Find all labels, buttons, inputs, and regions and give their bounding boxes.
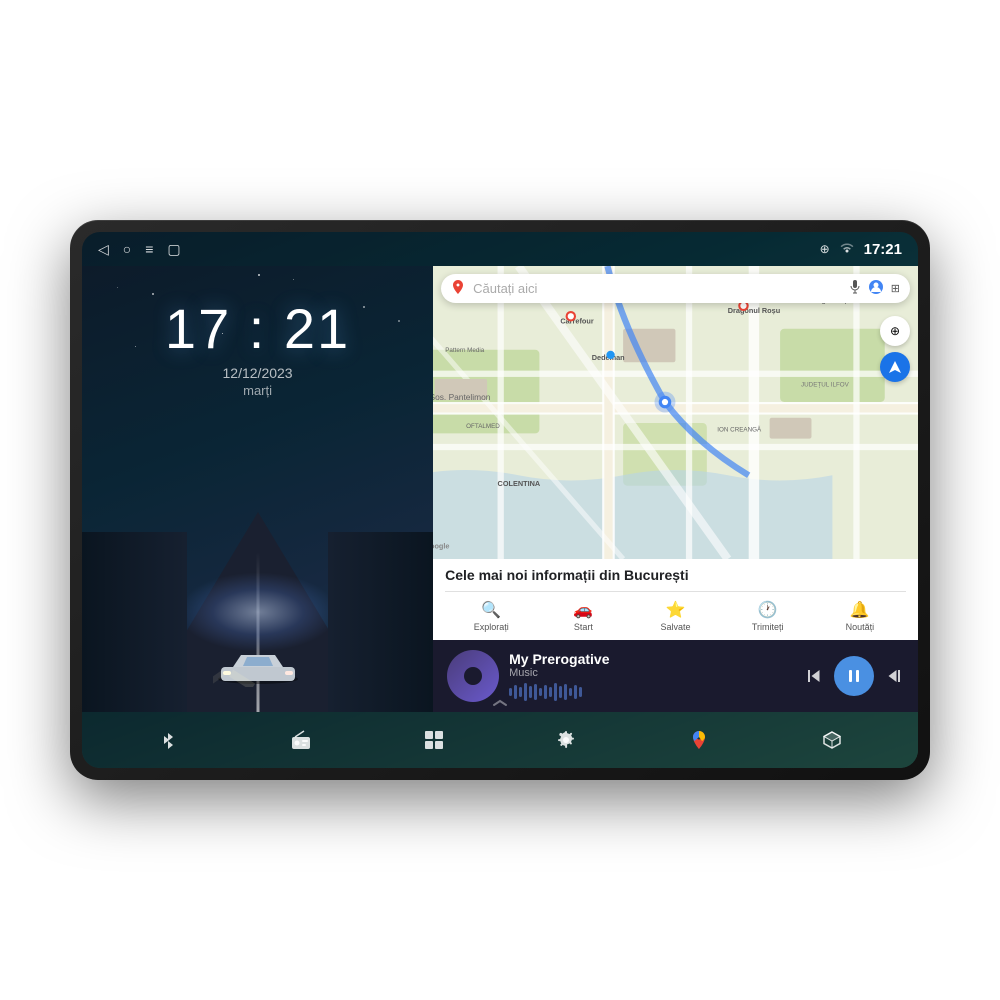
car-body — [213, 637, 303, 692]
bottom-dock — [82, 712, 918, 768]
svg-text:Dragonul Roșu: Dragonul Roșu — [728, 306, 780, 315]
tab-share[interactable]: 🕐 Trimiteți — [722, 600, 814, 632]
music-info: My Prerogative Music — [509, 651, 794, 701]
svg-text:Pattern Media: Pattern Media — [445, 347, 485, 354]
music-waveform — [509, 683, 794, 701]
svg-text:OFTALMED: OFTALMED — [466, 423, 500, 430]
start-label: Start — [574, 622, 593, 632]
saved-icon: ⭐ — [666, 600, 686, 620]
microphone-icon[interactable] — [849, 280, 861, 297]
map-svg: Sos. Pantelimon Carrefour Dragonul Roșu … — [433, 266, 918, 559]
dock-settings[interactable] — [544, 718, 588, 762]
music-subtitle: Music — [509, 667, 794, 679]
news-label: Noutăți — [846, 622, 875, 632]
share-icon: 🕐 — [758, 600, 778, 620]
search-actions: ⊞ — [849, 280, 900, 297]
svg-text:COLENTINA: COLENTINA — [498, 479, 541, 488]
google-maps-logo-icon — [451, 280, 465, 297]
wifi-icon — [840, 242, 854, 257]
device-screen: ◁ ○ ≡ ▢ ⊕ 17:21 — [82, 232, 918, 768]
navigate-button[interactable] — [880, 352, 910, 382]
device: ◁ ○ ≡ ▢ ⊕ 17:21 — [70, 220, 930, 780]
tab-explore[interactable]: 🔍 Explorați — [445, 600, 537, 632]
menu-button[interactable]: ≡ — [145, 241, 153, 257]
right-panel: Sos. Pantelimon Carrefour Dragonul Roșu … — [433, 266, 918, 712]
tab-news[interactable]: 🔔 Noutăți — [814, 600, 906, 632]
layers-button[interactable]: ⊕ — [880, 316, 910, 346]
music-controls — [804, 656, 904, 696]
svg-text:Google: Google — [433, 542, 449, 551]
map-info-strip: Cele mai noi informații din București 🔍 … — [433, 559, 918, 640]
dock-maps[interactable] — [677, 718, 721, 762]
svg-text:Sos. Pantelimon: Sos. Pantelimon — [433, 392, 491, 402]
main-content: 17 : 21 12/12/2023 marți — [82, 266, 918, 712]
dock-apps[interactable] — [412, 718, 456, 762]
start-icon: 🚗 — [573, 600, 593, 620]
location-icon: ⊕ — [820, 242, 830, 256]
account-icon[interactable] — [869, 280, 883, 297]
svg-text:ION CREANGĂ: ION CREANGĂ — [717, 424, 762, 433]
news-icon: 🔔 — [850, 600, 870, 620]
swipe-handle[interactable] — [492, 694, 508, 712]
map-info-title: Cele mai noi informații din București — [445, 567, 906, 583]
left-panel: 17 : 21 12/12/2023 marți — [82, 266, 433, 712]
car-scene — [82, 512, 433, 712]
explore-icon: 🔍 — [481, 600, 501, 620]
dock-bluetooth[interactable] — [146, 718, 190, 762]
map-controls: ⊕ — [880, 316, 910, 382]
svg-text:JUDEȚUL ILFOV: JUDEȚUL ILFOV — [801, 381, 850, 388]
explore-label: Explorați — [474, 622, 509, 632]
status-time: 17:21 — [864, 241, 902, 258]
status-bar-right: ⊕ 17:21 — [820, 241, 902, 258]
search-placeholder: Căutați aici — [473, 281, 841, 296]
stars-background — [82, 266, 433, 534]
prev-button[interactable] — [804, 666, 824, 686]
music-title: My Prerogative — [509, 651, 794, 667]
grid-icon[interactable]: ⊞ — [891, 282, 900, 295]
status-bar-left: ◁ ○ ≡ ▢ — [98, 241, 181, 258]
recent-button[interactable]: ▢ — [167, 241, 180, 258]
saved-label: Salvate — [661, 622, 691, 632]
map-nav-tabs: 🔍 Explorați 🚗 Start ⭐ Salvate 🕐 — [445, 591, 906, 632]
next-button[interactable] — [884, 666, 904, 686]
tab-start[interactable]: 🚗 Start — [537, 600, 629, 632]
map-search-bar[interactable]: Căutați aici — [441, 274, 910, 303]
map-container[interactable]: Sos. Pantelimon Carrefour Dragonul Roșu … — [433, 266, 918, 559]
back-button[interactable]: ◁ — [98, 241, 109, 258]
home-button[interactable]: ○ — [123, 241, 131, 257]
album-center — [464, 667, 482, 685]
status-bar: ◁ ○ ≡ ▢ ⊕ 17:21 — [82, 232, 918, 266]
svg-text:Carrefour: Carrefour — [560, 317, 593, 326]
tab-saved[interactable]: ⭐ Salvate — [629, 600, 721, 632]
share-label: Trimiteți — [752, 622, 784, 632]
play-pause-button[interactable] — [834, 656, 874, 696]
dock-radio[interactable] — [279, 718, 323, 762]
dock-car-assistant[interactable] — [810, 718, 854, 762]
